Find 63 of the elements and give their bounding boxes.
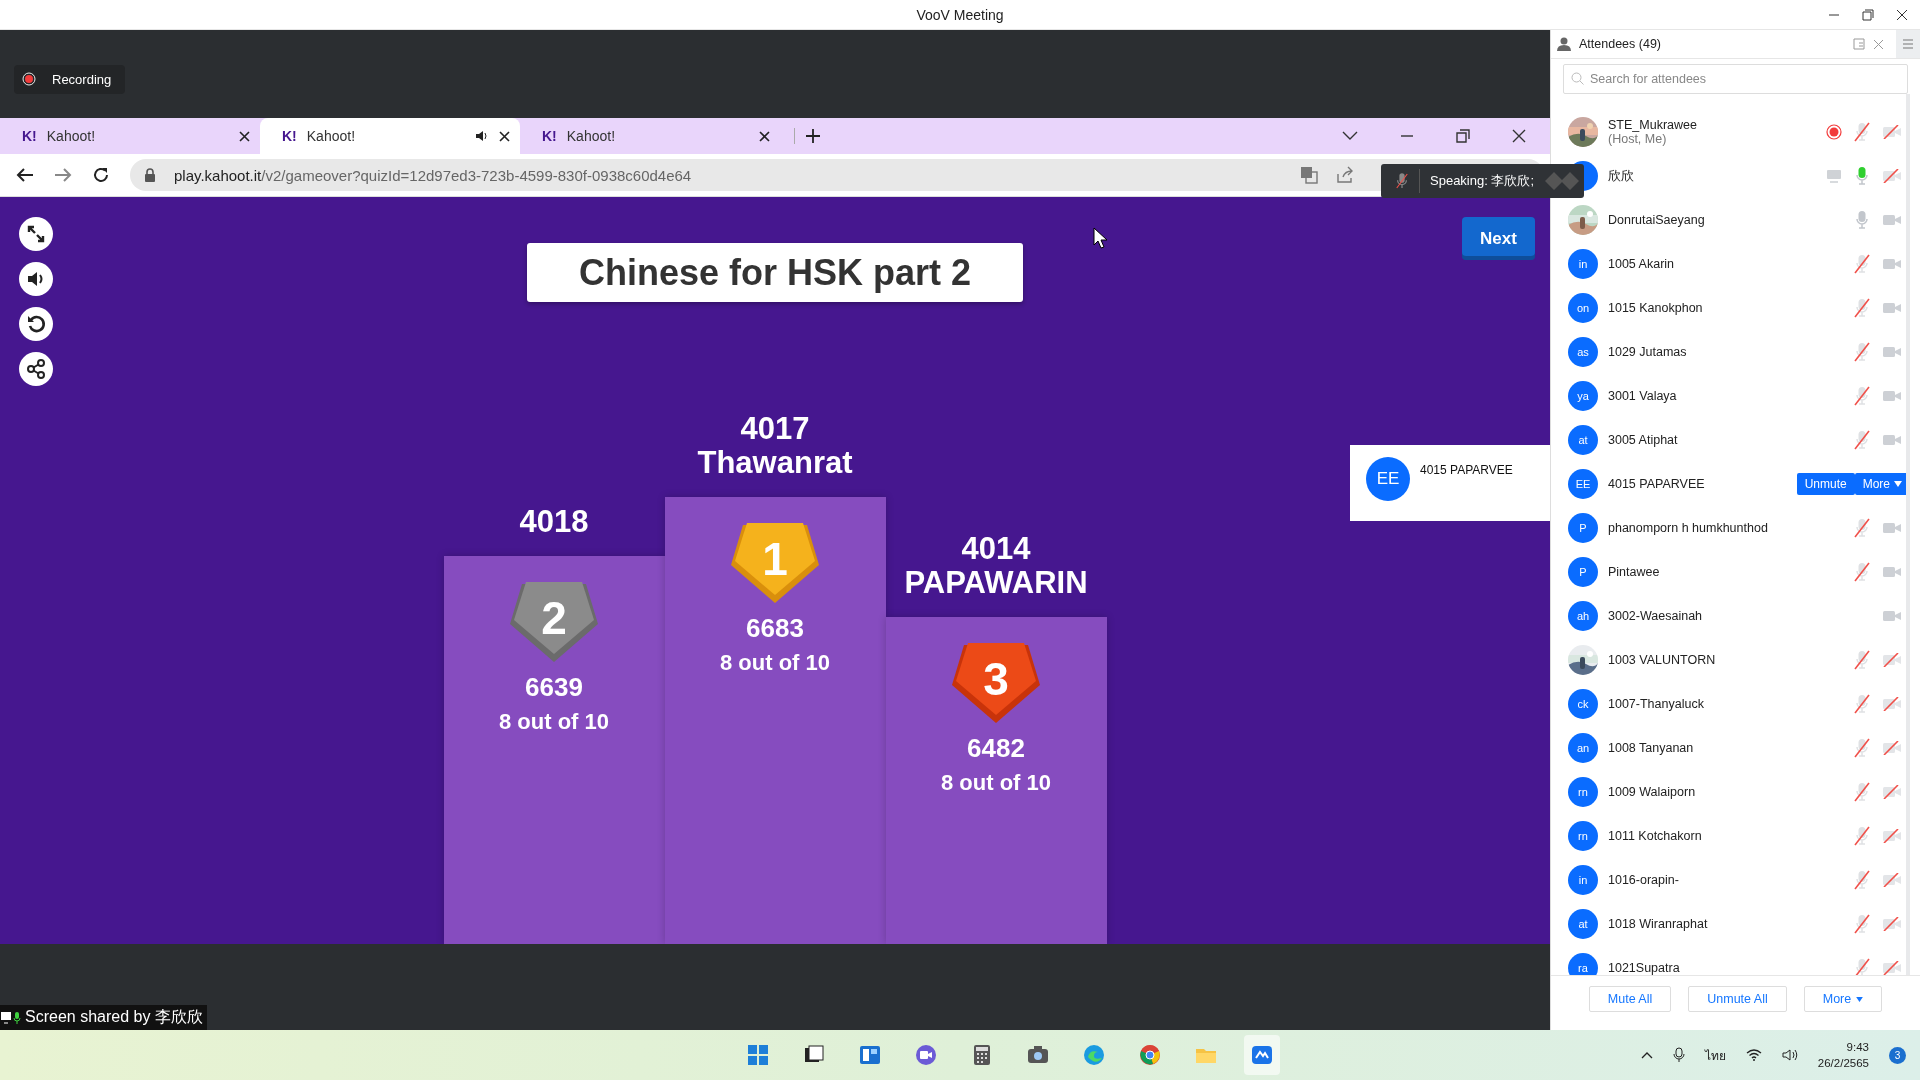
attendee-name: 1005 Akarin	[1608, 257, 1675, 271]
favicon: K!	[22, 128, 37, 144]
attendee-name: 3002-Waesainah	[1608, 609, 1703, 623]
tab-title: Kahoot!	[46, 128, 97, 144]
attendee-name: 4015 PAPARVEE	[1608, 477, 1705, 491]
attendee-name: 1007-Thanyaluck	[1608, 697, 1704, 711]
avatar: in	[1568, 249, 1598, 279]
attendee-name: 1003 VALUNTORN	[1608, 653, 1716, 667]
avatar: EE	[1366, 457, 1410, 501]
url-text: play.kahoot.it/v2/gameover?quizId=12d97ed3-723b-4599-830f-0938c60d4e64	[174, 166, 692, 184]
tab-title: Kahoot!	[306, 128, 357, 144]
attendee-role: (Host, Me)	[1608, 132, 1668, 146]
attendee-name: phanomporn h humkhunthod	[1608, 521, 1768, 535]
avatar: on	[1568, 293, 1598, 323]
avatar: ra	[1568, 953, 1598, 975]
avatar: at	[1568, 425, 1598, 455]
panel-title: Attendees (49)	[1579, 37, 1661, 51]
avatar: ya	[1568, 381, 1598, 411]
quiz-title: Chinese for HSK part 2	[527, 243, 1023, 302]
clock-time: 9:43	[1846, 1039, 1869, 1055]
attendee-name: 1029 Jutamas	[1608, 345, 1687, 359]
player-name: 4014 PAPAWARIN	[903, 531, 1089, 601]
player-score: 6683	[746, 613, 804, 644]
correct-count: 8 out of 10	[720, 650, 830, 676]
avatar: ck	[1568, 689, 1598, 719]
avatar: at	[1568, 909, 1598, 939]
avatar: P	[1568, 557, 1598, 587]
attendee-name: 1016-orapin-	[1608, 873, 1679, 887]
correct-count: 8 out of 10	[941, 770, 1051, 796]
attendee-name: 欣欣	[1608, 167, 1634, 185]
avatar: P	[1568, 513, 1598, 543]
player-score: 6639	[525, 672, 583, 703]
attendee-name: DonrutaiSaeyang	[1608, 213, 1705, 227]
attendee-name: 1015 Kanokphon	[1608, 301, 1703, 315]
screen-share-text: Screen shared by 李欣欣	[25, 1007, 203, 1027]
avatar: an	[1568, 733, 1598, 763]
correct-count: 8 out of 10	[499, 709, 609, 735]
player-name: 4017 Thawanrat	[696, 411, 854, 481]
avatar: as	[1568, 337, 1598, 367]
attendee-name: Pintawee	[1608, 565, 1660, 579]
clock-date: 26/2/2565	[1817, 1056, 1869, 1071]
avatar: in	[1568, 865, 1598, 895]
attendee-name: 1009 Walaiporn	[1608, 785, 1696, 799]
participant-name: 4015 PAPARVEE	[1420, 463, 1513, 477]
avatar: ah	[1568, 601, 1598, 631]
attendee-name: 3005 Atiphat	[1608, 433, 1678, 447]
window-title: VooV Meeting	[916, 6, 1004, 23]
favicon: K!	[282, 128, 297, 144]
attendee-name: 1021Supatra	[1608, 961, 1680, 975]
favicon: K!	[542, 128, 557, 144]
attendee-name: 1008 Tanyanan	[1608, 741, 1694, 755]
player-name: 4018	[518, 505, 590, 540]
attendee-name: 3001 Valaya	[1608, 389, 1677, 403]
attendee-name: 1011 Kotchakorn	[1608, 829, 1702, 843]
attendee-name: STE_Mukrawee	[1608, 118, 1697, 132]
avatar: rn	[1568, 821, 1598, 851]
avatar: EE	[1568, 469, 1598, 499]
speaking-text: Speaking: 李欣欣;	[1430, 172, 1535, 190]
recording-label: Recording	[52, 71, 112, 87]
tab-title: Kahoot!	[566, 128, 617, 144]
player-score: 6482	[967, 733, 1025, 764]
attendee-name: 1018 Wiranraphat	[1608, 917, 1708, 931]
avatar: rn	[1568, 777, 1598, 807]
